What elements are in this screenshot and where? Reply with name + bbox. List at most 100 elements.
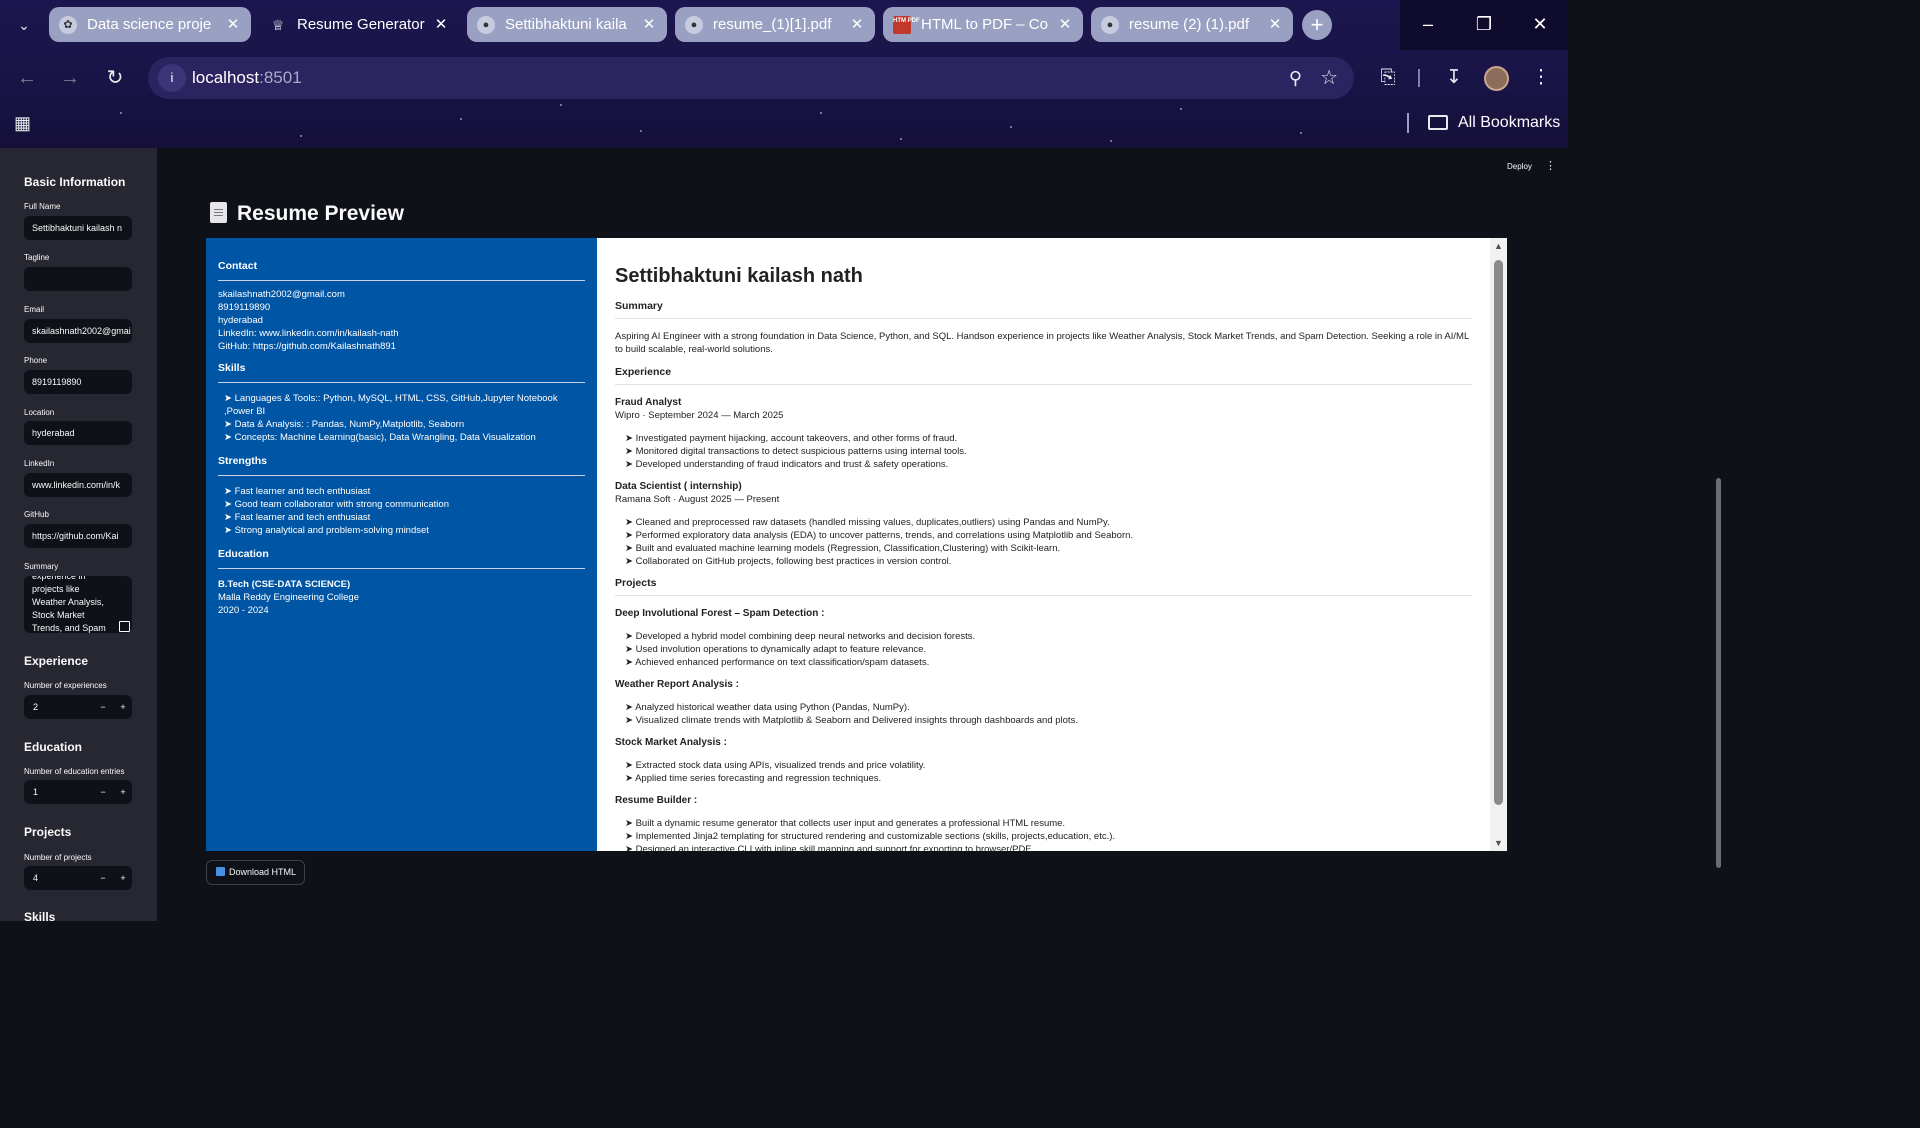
bookmarks-divider	[1407, 113, 1409, 133]
project-title: Stock Market Analysis :	[615, 737, 727, 748]
job-bullet: ➤ Built and evaluated machine learning m…	[625, 543, 1061, 554]
contact-github: GitHub: https://github.com/Kailashnath89…	[218, 341, 396, 352]
zoom-icon[interactable]: ⚲	[1289, 57, 1302, 99]
github-label: GitHub	[24, 510, 49, 519]
browser-chrome: ⌄ ✿ Data science proje ✕ ♕ Resume Genera…	[0, 0, 1568, 148]
close-tab-icon[interactable]: ✕	[1267, 7, 1283, 42]
resume-right-column: Settibhaktuni kailash nath Summary Aspir…	[597, 238, 1490, 851]
tab-resume-pdf[interactable]: ● resume_(1)[1].pdf ✕	[675, 7, 875, 42]
download-icon[interactable]: ↧	[1439, 63, 1469, 93]
projects-heading: Projects	[24, 825, 72, 839]
increment-button[interactable]: +	[116, 695, 130, 719]
restore-icon[interactable]: ❐	[1456, 0, 1512, 50]
openai-icon: ✿	[59, 16, 77, 34]
skills-heading: Skills	[24, 910, 56, 921]
contact-block: skailashnath2002@gmail.com 8919119890 hy…	[218, 288, 585, 353]
decrement-button[interactable]: −	[96, 695, 110, 719]
new-tab-button[interactable]: +	[1302, 10, 1332, 40]
linkedin-label: LinkedIn	[24, 459, 55, 468]
skills-heading: Skills	[218, 362, 585, 383]
tab-resume-2-pdf[interactable]: ● resume (2) (1).pdf ✕	[1091, 7, 1293, 42]
job-meta: Wipro · September 2024 — March 2025	[615, 410, 784, 421]
projects-heading: Projects	[615, 577, 1472, 596]
scroll-down-icon[interactable]: ▼	[1490, 838, 1507, 848]
linkedin-input[interactable]: www.linkedin.com/in/k	[24, 473, 132, 497]
strength-item: ➤ Strong analytical and problem-solving …	[224, 525, 429, 536]
experience-heading: Experience	[615, 366, 1472, 385]
job-title: Data Scientist ( internship)	[615, 481, 742, 492]
forward-arrow-icon[interactable]: →	[55, 63, 85, 93]
num-experiences-label: Number of experiences	[24, 681, 107, 690]
skills-list: ➤ Languages & Tools:: Python, MySQL, HTM…	[218, 392, 585, 444]
job-bullet: ➤ Monitored digital transactions to dete…	[625, 446, 967, 457]
tab-strip: ⌄ ✿ Data science proje ✕ ♕ Resume Genera…	[0, 0, 1568, 50]
full-name-label: Full Name	[24, 202, 61, 211]
close-tab-icon[interactable]: ✕	[433, 7, 449, 42]
project-bullets: ➤ Built a dynamic resume generator that …	[615, 817, 1472, 851]
num-experiences-stepper[interactable]: 2 − +	[24, 695, 132, 719]
browser-menu-icon[interactable]: ⋮	[1526, 63, 1556, 93]
tab-data-science[interactable]: ✿ Data science proje ✕	[49, 7, 251, 42]
close-tab-icon[interactable]: ✕	[641, 7, 657, 42]
phone-input[interactable]: 8919119890	[24, 370, 132, 394]
deploy-button[interactable]: Deploy	[1507, 162, 1532, 171]
app-scrollbar[interactable]	[1711, 148, 1725, 921]
url-text[interactable]: localhost:8501	[192, 57, 302, 99]
stepper-value[interactable]: 4	[33, 866, 38, 890]
decrement-button[interactable]: −	[96, 780, 110, 804]
github-input[interactable]: https://github.com/Kai	[24, 524, 132, 548]
tab-html-to-pdf[interactable]: HTM PDF HTML to PDF – Co ✕	[883, 7, 1083, 42]
tab-resume-generator[interactable]: ♕ Resume Generator ✕	[259, 7, 459, 42]
site-info-icon[interactable]: i	[158, 64, 186, 92]
app-scroll-thumb[interactable]	[1716, 478, 1721, 868]
num-education-stepper[interactable]: 1 − +	[24, 780, 132, 804]
tagline-input[interactable]	[24, 267, 132, 291]
globe-icon: ●	[477, 16, 495, 34]
preview-scrollbar[interactable]: ▲ ▼	[1490, 238, 1507, 851]
num-projects-label: Number of projects	[24, 853, 92, 862]
decrement-button[interactable]: −	[96, 866, 110, 890]
back-arrow-icon[interactable]: ←	[12, 63, 42, 93]
summary-textarea[interactable]: experience in projects like Weather Anal…	[24, 576, 132, 633]
profile-avatar[interactable]	[1484, 66, 1509, 91]
extensions-puzzle-icon[interactable]: ⎘	[1373, 63, 1403, 93]
full-name-input[interactable]: Settibhaktuni kailash n	[24, 216, 132, 240]
education-degree: B.Tech (CSE-DATA SCIENCE)	[218, 579, 351, 590]
job-bullets: ➤ Cleaned and preprocessed raw datasets …	[615, 516, 1472, 568]
job-bullet: ➤ Cleaned and preprocessed raw datasets …	[625, 517, 1110, 528]
resume-preview-frame[interactable]: Contact skailashnath2002@gmail.com 89191…	[206, 238, 1507, 851]
contact-linkedin: LinkedIn: www.linkedin.com/in/kailash-na…	[218, 328, 399, 339]
strengths-list: ➤ Fast learner and tech enthusiast ➤ Goo…	[218, 485, 585, 537]
tab-settibhaktuni[interactable]: ● Settibhaktuni kaila ✕	[467, 7, 667, 42]
num-projects-stepper[interactable]: 4 − +	[24, 866, 132, 890]
scroll-up-icon[interactable]: ▲	[1490, 241, 1507, 251]
location-input[interactable]: hyderabad	[24, 421, 132, 445]
close-window-icon[interactable]: ✕	[1512, 0, 1568, 50]
job-bullet: ➤ Investigated payment hijacking, accoun…	[625, 433, 958, 444]
address-bar[interactable]: i localhost:8501 ⚲ ☆	[148, 57, 1354, 99]
close-tab-icon[interactable]: ✕	[1057, 7, 1073, 42]
bookmark-star-icon[interactable]: ☆	[1320, 57, 1338, 99]
close-tab-icon[interactable]: ✕	[225, 7, 241, 42]
apps-grid-icon[interactable]: ▦	[14, 112, 36, 134]
download-html-button[interactable]: Download HTML	[206, 860, 305, 885]
experience-heading: Experience	[24, 654, 89, 668]
num-education-label: Number of education entries	[24, 767, 125, 776]
stepper-value[interactable]: 2	[33, 695, 38, 719]
app-menu-icon[interactable]: ⋮	[1545, 159, 1556, 172]
tab-search-chevron-icon[interactable]: ⌄	[12, 14, 36, 36]
all-bookmarks-button[interactable]: All Bookmarks	[1428, 104, 1560, 142]
resize-handle-icon[interactable]	[119, 621, 130, 632]
scroll-thumb[interactable]	[1494, 260, 1503, 805]
increment-button[interactable]: +	[116, 780, 130, 804]
increment-button[interactable]: +	[116, 866, 130, 890]
project-bullet: ➤ Developed a hybrid model combining dee…	[625, 631, 976, 642]
tagline-label: Tagline	[24, 253, 50, 262]
close-tab-icon[interactable]: ✕	[849, 7, 865, 42]
stepper-value[interactable]: 1	[33, 780, 38, 804]
download-icon	[216, 867, 225, 876]
reload-icon[interactable]: ↻	[100, 63, 130, 93]
minimize-icon[interactable]: –	[1400, 0, 1456, 50]
project-bullet: ➤ Built a dynamic resume generator that …	[625, 818, 1066, 829]
email-input[interactable]: skailashnath2002@gmai	[24, 319, 132, 343]
